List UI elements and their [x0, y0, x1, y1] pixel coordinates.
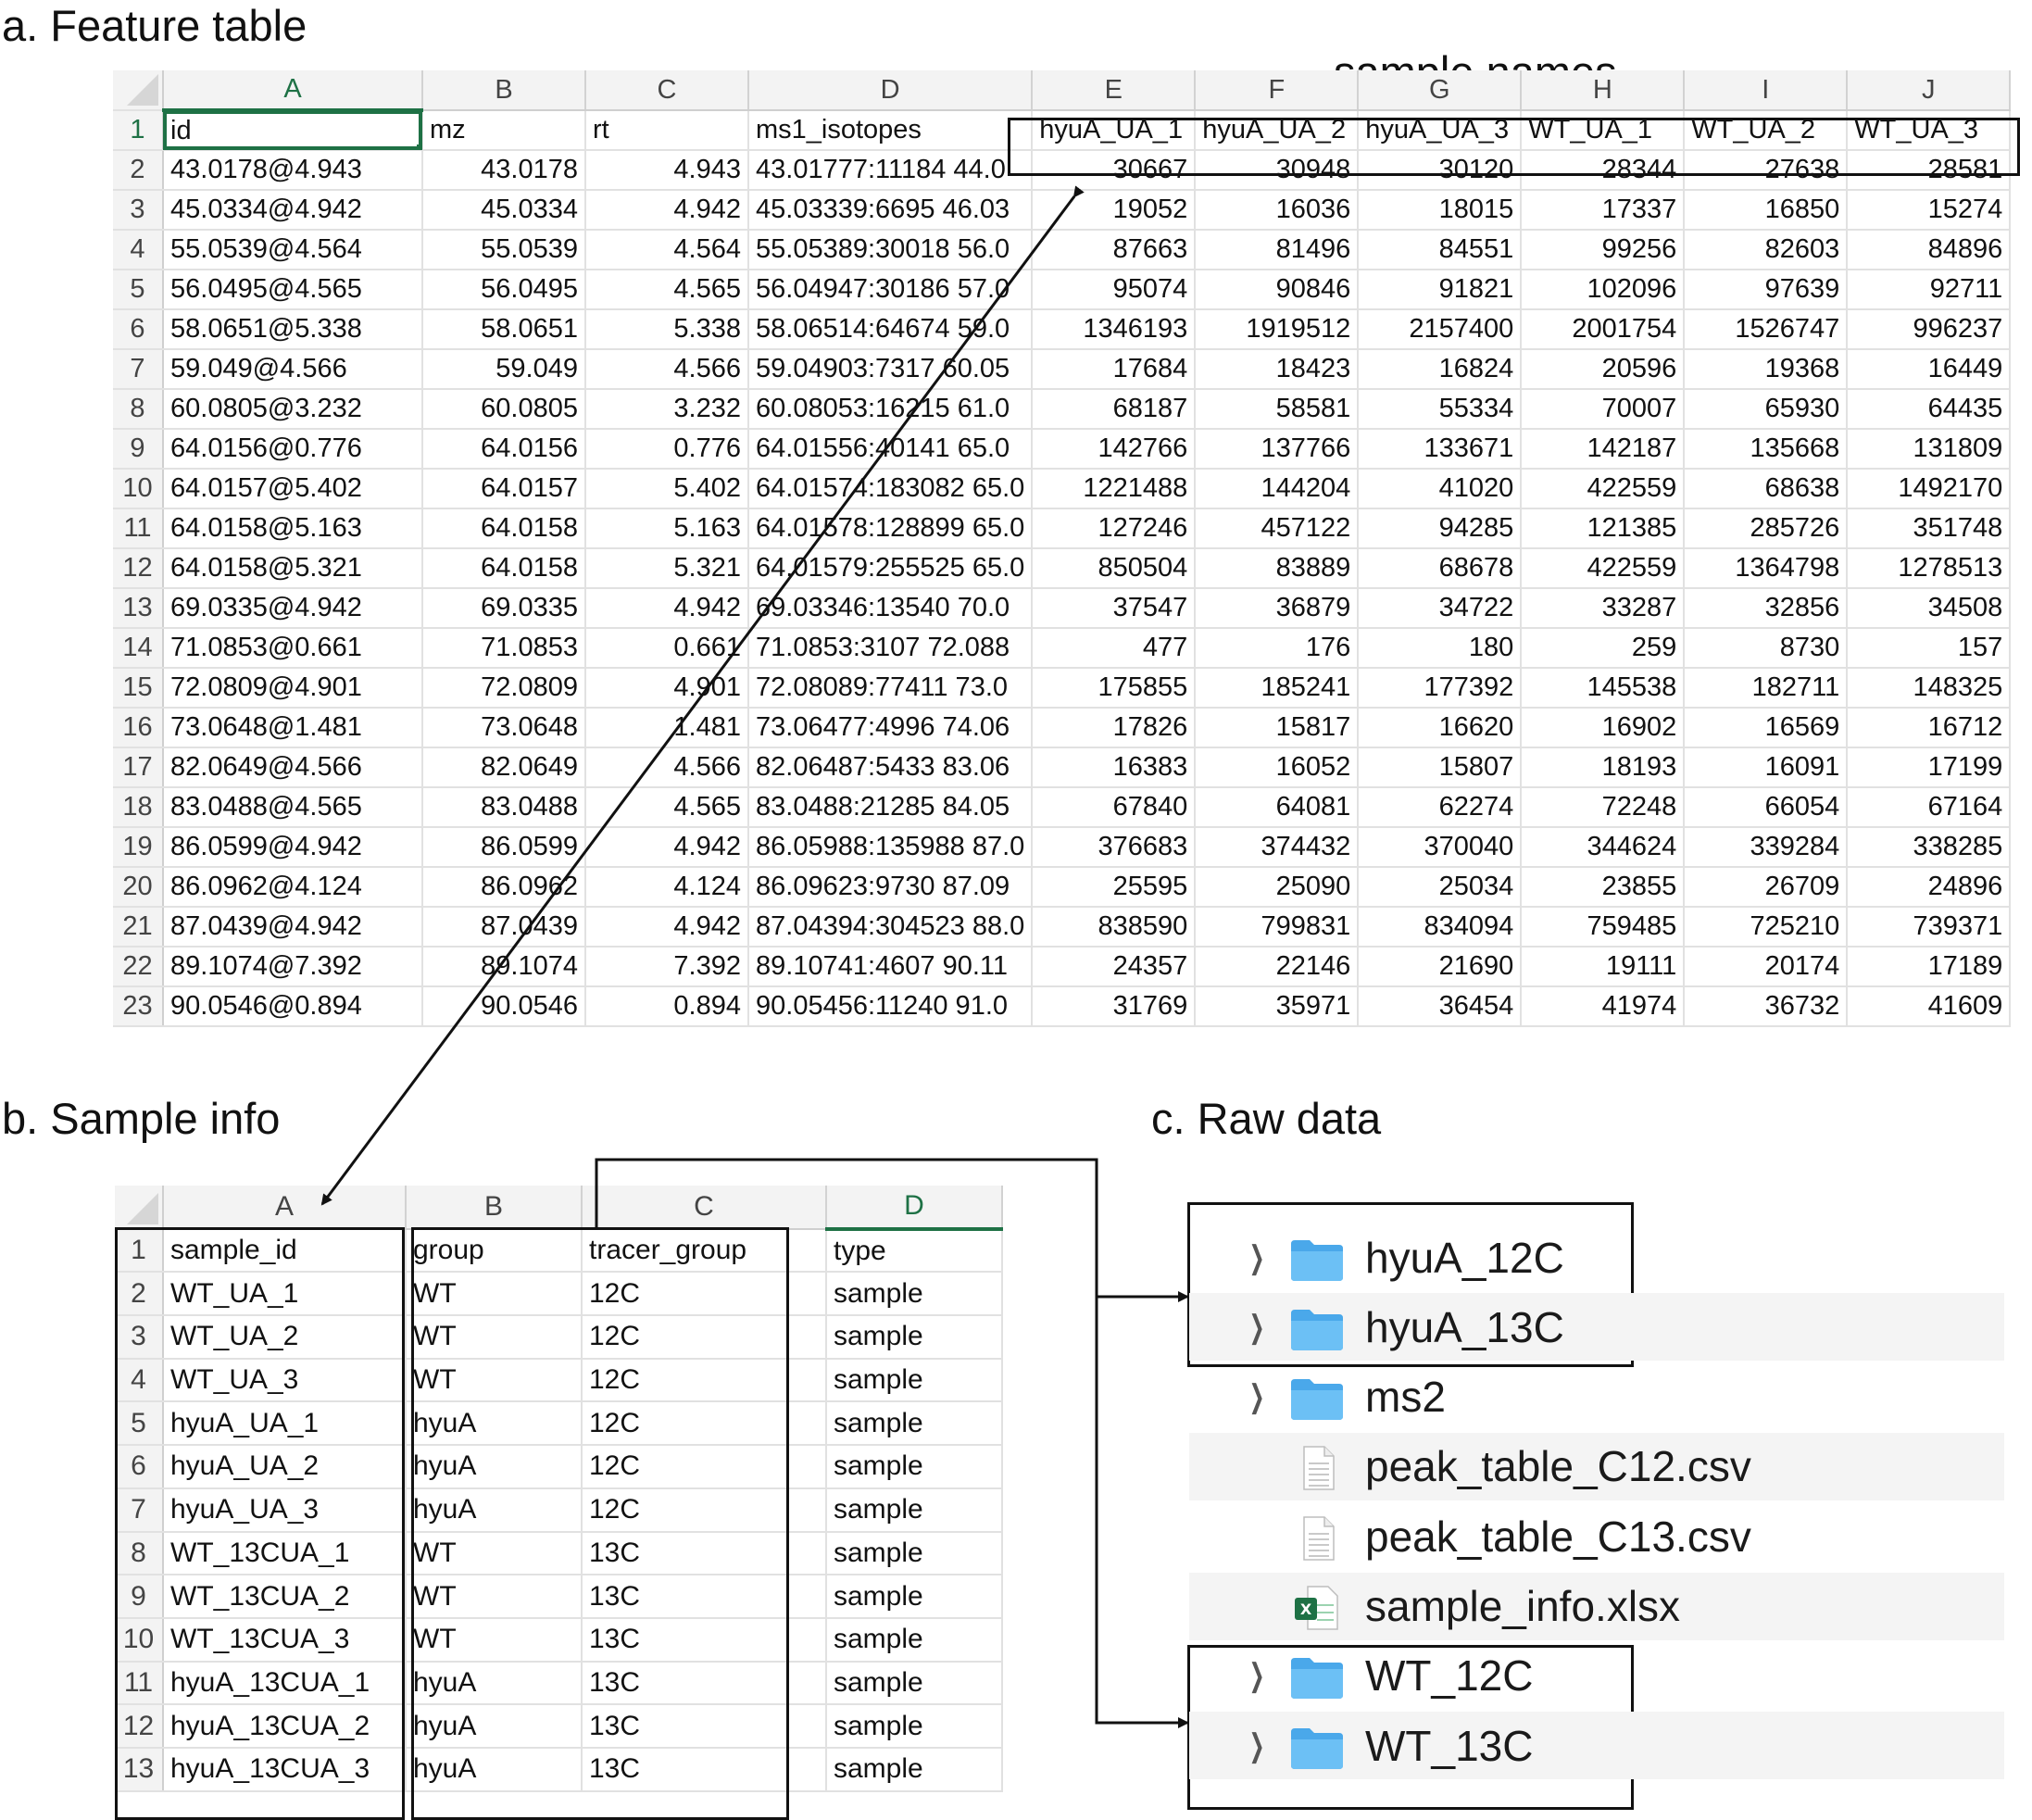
connector-arrows	[320, 185, 1189, 1728]
group-to-wt-arrow	[595, 1158, 1189, 1728]
sample-names-link-arrow	[320, 185, 1085, 1206]
